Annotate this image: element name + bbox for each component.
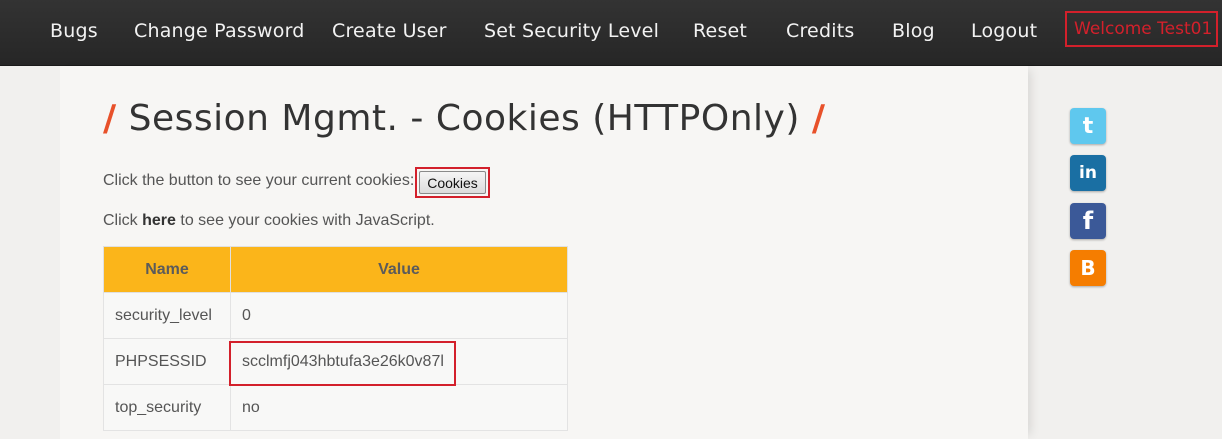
cookie-value: 0 bbox=[230, 292, 568, 339]
js-cookies-line: Click here to see your cookies with Java… bbox=[103, 212, 435, 230]
nav-blog[interactable]: Blog bbox=[892, 16, 935, 46]
title-slash-right: / bbox=[811, 98, 826, 139]
welcome-user: Welcome Test01 bbox=[1065, 11, 1218, 47]
table-row: PHPSESSID scclmfj043hbtufa3e26k0v87l bbox=[103, 338, 568, 385]
nav-bugs[interactable]: Bugs bbox=[50, 16, 98, 46]
table-row: security_level 0 bbox=[103, 292, 568, 339]
header-value: Value bbox=[230, 246, 568, 293]
cookie-value: no bbox=[230, 384, 568, 431]
cookie-value: scclmfj043hbtufa3e26k0v87l bbox=[230, 338, 568, 385]
nav-change-password[interactable]: Change Password bbox=[134, 16, 305, 46]
blogger-icon[interactable]: B bbox=[1070, 250, 1106, 286]
cookies-button[interactable]: Cookies bbox=[419, 171, 486, 194]
js-suffix: to see your cookies with JavaScript. bbox=[180, 212, 435, 229]
top-navigation: Bugs Change Password Create User Set Sec… bbox=[0, 0, 1222, 66]
twitter-icon[interactable]: t bbox=[1070, 108, 1106, 144]
nav-logout[interactable]: Logout bbox=[971, 16, 1037, 46]
cookie-name: PHPSESSID bbox=[103, 338, 231, 385]
nav-reset[interactable]: Reset bbox=[693, 16, 747, 46]
page-title-text: Session Mgmt. - Cookies (HTTPOnly) bbox=[128, 98, 800, 139]
page-title: / Session Mgmt. - Cookies (HTTPOnly) / bbox=[103, 98, 826, 148]
nav-credits[interactable]: Credits bbox=[786, 16, 854, 46]
table-header-row: Name Value bbox=[103, 246, 568, 293]
nav-create-user[interactable]: Create User bbox=[332, 16, 447, 46]
title-slash-left: / bbox=[103, 98, 117, 139]
js-here-link[interactable]: here bbox=[142, 212, 176, 229]
table-row: top_security no bbox=[103, 384, 568, 431]
header-name: Name bbox=[103, 246, 231, 293]
cookies-instruction: Click the button to see your current coo… bbox=[103, 172, 415, 189]
cookie-name: top_security bbox=[103, 384, 231, 431]
facebook-icon[interactable]: f bbox=[1070, 203, 1106, 239]
nav-set-security-level[interactable]: Set Security Level bbox=[484, 16, 659, 46]
cookies-table: Name Value security_level 0 PHPSESSID sc… bbox=[103, 246, 568, 431]
cookies-button-highlight: Cookies bbox=[415, 167, 490, 198]
cookie-name: security_level bbox=[103, 292, 231, 339]
js-prefix: Click bbox=[103, 212, 138, 229]
linkedin-icon[interactable]: in bbox=[1070, 155, 1106, 191]
